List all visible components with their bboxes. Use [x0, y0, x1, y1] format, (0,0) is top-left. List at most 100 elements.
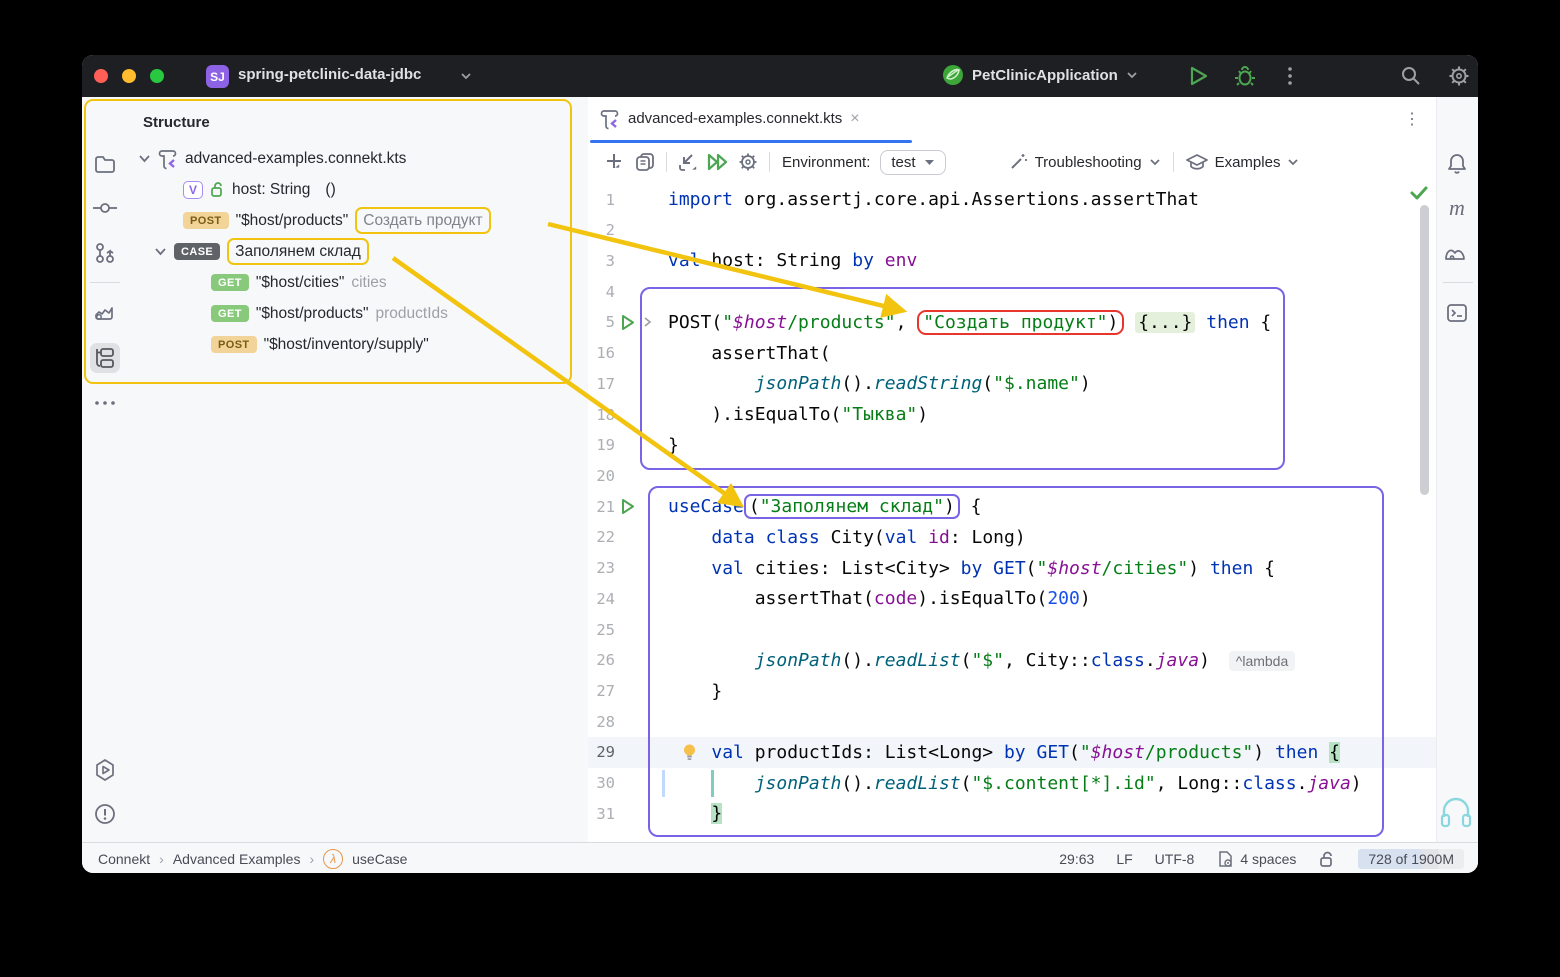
add-request-button[interactable]	[600, 148, 630, 176]
chevron-down-icon	[1287, 158, 1299, 166]
code-token	[1318, 742, 1329, 763]
structure-tree-row[interactable]: POST"$host/inventory/supply"	[211, 329, 429, 360]
settings-gear-icon[interactable]	[1448, 65, 1470, 87]
import-button[interactable]	[673, 148, 703, 176]
code-line[interactable]: 18 ).isEqualTo("Тыква")	[588, 399, 1437, 430]
search-icon[interactable]	[1400, 65, 1422, 87]
code-line[interactable]: 25	[588, 614, 1437, 645]
line-number: 25	[588, 621, 615, 639]
code-token: val	[711, 742, 744, 763]
lock-open-icon[interactable]	[1318, 850, 1336, 868]
structure-tree-row[interactable]: advanced-examples.connekt.kts	[138, 143, 406, 174]
notifications-megaphone-button[interactable]	[90, 298, 120, 328]
maven-tool-button[interactable]: m	[1442, 193, 1472, 223]
file-encoding[interactable]: UTF-8	[1155, 851, 1195, 867]
structure-tree-row[interactable]: POST"$host/products"Создать продукт	[183, 205, 491, 236]
tab-options-icon[interactable]: ⋮	[1404, 109, 1420, 129]
chevron-expanded-icon[interactable]	[154, 247, 167, 256]
commit-tool-button[interactable]	[90, 193, 120, 223]
problems-tool-button[interactable]	[90, 799, 120, 829]
run-button[interactable]	[1187, 65, 1209, 87]
code-line[interactable]: 24 assertThat(code).isEqualTo(200)	[588, 583, 1437, 614]
indent-setting[interactable]: 4 spaces	[1216, 850, 1296, 868]
code-token: (	[982, 373, 993, 394]
fold-marker-icon[interactable]	[643, 316, 652, 328]
code-line[interactable]: 29 val productIds: List<Long> by GET("$h…	[588, 737, 1437, 768]
run-tool-button[interactable]	[90, 755, 120, 785]
examples-dropdown[interactable]: Examples	[1186, 153, 1300, 171]
toolbar-divider	[666, 152, 667, 172]
code-line[interactable]: 28	[588, 706, 1437, 737]
minimize-window-button[interactable]	[122, 69, 136, 83]
editor-tab[interactable]: advanced-examples.connekt.kts ×	[590, 97, 870, 140]
code-token	[874, 250, 885, 271]
code-line[interactable]: 20	[588, 460, 1437, 491]
http-method-badge: GET	[211, 305, 249, 322]
breadcrumb-item[interactable]: Connekt	[98, 851, 150, 867]
run-toolbar: Environment: test Troubleshooting Exampl…	[588, 143, 1437, 182]
code-line[interactable]: 2	[588, 215, 1437, 246]
structure-tree-row[interactable]: CASEЗаполянем склад	[154, 236, 369, 267]
code-token: host: String	[701, 250, 853, 271]
intention-bulb-icon[interactable]	[682, 743, 697, 762]
code-token: java	[1307, 773, 1350, 794]
code-line[interactable]: 31 }	[588, 798, 1437, 829]
terminal-tool-button[interactable]	[1442, 298, 1472, 328]
code-token	[982, 558, 993, 579]
code-line[interactable]: 19}	[588, 430, 1437, 461]
maximize-window-button[interactable]	[150, 69, 164, 83]
structure-tree-row[interactable]: GET"$host/cities"cities	[211, 267, 387, 298]
code-line[interactable]: 21useCase("Заполянем склад") {	[588, 491, 1437, 522]
gradle-tool-button[interactable]	[1442, 238, 1472, 268]
code-token: , Long::	[1156, 773, 1243, 794]
code-line[interactable]: 22 data class City(val id: Long)	[588, 522, 1437, 553]
code-line[interactable]: 17 jsonPath().readString("$.name")	[588, 368, 1437, 399]
breadcrumb-item[interactable]: Advanced Examples	[173, 851, 301, 867]
run-line-icon[interactable]	[620, 498, 636, 515]
chevron-expanded-icon[interactable]	[138, 154, 151, 163]
code-line[interactable]: 3val host: String by env	[588, 245, 1437, 276]
code-editor[interactable]: 1import org.assertj.core.api.Assertions.…	[588, 181, 1437, 842]
editor-scrollbar[interactable]	[1420, 205, 1429, 495]
pull-requests-tool-button[interactable]	[90, 238, 120, 268]
code-line[interactable]: 16 assertThat(	[588, 338, 1437, 369]
memory-indicator[interactable]: 728 of 1900M	[1358, 849, 1464, 869]
code-line[interactable]: 23 val cities: List<City> by GET("$host/…	[588, 553, 1437, 584]
code-token: "$"	[971, 650, 1004, 671]
annotation-label-box: Создать продукт	[355, 207, 490, 234]
code-token: assertThat(	[668, 588, 874, 609]
run-all-button[interactable]	[703, 148, 733, 176]
line-number: 31	[588, 805, 615, 823]
run-settings-gear-icon[interactable]	[733, 148, 763, 176]
more-options-button[interactable]	[1287, 65, 1293, 87]
code-line-text: ).isEqualTo("Тыква")	[668, 404, 928, 425]
code-token: $host	[1091, 742, 1145, 763]
run-configuration-selector[interactable]: PetClinicApplication	[942, 64, 1138, 86]
close-tab-icon[interactable]: ×	[850, 110, 859, 128]
troubleshooting-dropdown[interactable]: Troubleshooting	[1008, 152, 1161, 172]
breadcrumb-item[interactable]: useCase	[352, 851, 407, 867]
code-token: (	[1069, 742, 1080, 763]
line-ending[interactable]: LF	[1116, 851, 1132, 867]
caret-position[interactable]: 29:63	[1059, 851, 1094, 867]
structure-tree-row[interactable]: GET"$host/products"productIds	[211, 298, 448, 329]
code-line[interactable]: 30 jsonPath().readList("$.content[*].id"…	[588, 768, 1437, 799]
notifications-bell-button[interactable]	[1442, 149, 1472, 179]
environment-dropdown[interactable]: test	[880, 150, 945, 175]
code-line[interactable]: 5POST("$host/products", "Создать продукт…	[588, 307, 1437, 338]
connekt-file-icon	[158, 148, 178, 170]
project-title[interactable]: spring-petclinic-data-jdbc	[238, 66, 421, 83]
structure-tree-row[interactable]: Vhost: String()	[183, 174, 336, 205]
code-line[interactable]: 27 }	[588, 676, 1437, 707]
close-window-button[interactable]	[94, 69, 108, 83]
structure-tool-button[interactable]	[90, 343, 120, 373]
code-line[interactable]: 26 jsonPath().readList("$", City::class.…	[588, 645, 1437, 676]
run-line-icon[interactable]	[620, 314, 636, 331]
project-tool-button[interactable]	[90, 149, 120, 179]
more-tool-windows-button[interactable]	[90, 388, 120, 418]
code-line[interactable]: 1import org.assertj.core.api.Assertions.…	[588, 184, 1437, 215]
code-line[interactable]: 4	[588, 276, 1437, 307]
debug-button[interactable]	[1234, 65, 1256, 87]
code-token: by	[852, 250, 874, 271]
copy-button[interactable]	[630, 148, 660, 176]
